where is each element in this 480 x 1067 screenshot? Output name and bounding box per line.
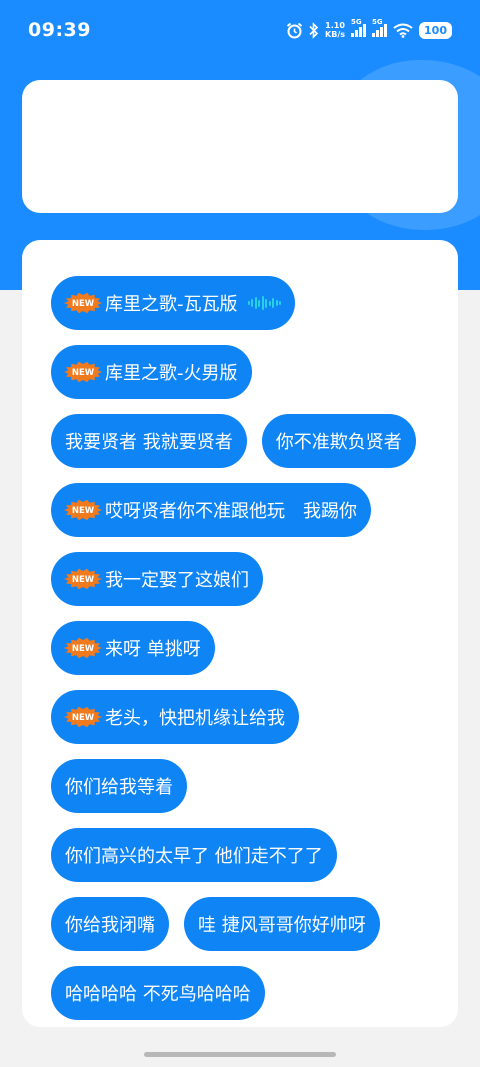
sound-chip-label: 你不准欺负贤者 [275, 432, 402, 453]
bluetooth-icon [309, 21, 319, 39]
sound-chip[interactable]: 你们给我等着 [51, 759, 187, 813]
new-badge-icon: NEW [64, 292, 102, 314]
sound-chip[interactable]: NEW 来呀 单挑呀 [51, 621, 215, 675]
sound-chip[interactable]: 我要贤者 我就要贤者 [51, 414, 247, 468]
sound-chip[interactable]: NEW 库里之歌-火男版 [51, 345, 252, 399]
sound-chip[interactable]: NEW 老头，快把机缘让给我 [51, 690, 299, 744]
network-speed: 1.10 KB/s [325, 21, 345, 39]
sound-chip-label: 我要贤者 我就要贤者 [65, 432, 233, 453]
sound-chip[interactable]: 你们高兴的太早了 他们走不了了 [51, 828, 337, 882]
sound-chip-label: 哈哈哈哈 不死鸟哈哈哈 [65, 984, 251, 1005]
sound-chip-label: 库里之歌-瓦瓦版 [105, 294, 238, 315]
network-speed-unit: KB/s [325, 30, 346, 39]
sound-chip-label: 来呀 单挑呀 [105, 639, 201, 660]
new-badge-icon: NEW [64, 637, 102, 659]
battery-indicator: 100 [419, 21, 452, 39]
sound-chip[interactable]: NEW 库里之歌-瓦瓦版 [51, 276, 295, 330]
sound-chip-label: 哇 捷风哥哥你好帅呀 [198, 915, 366, 936]
new-badge-icon: NEW [64, 706, 102, 728]
home-indicator[interactable] [144, 1052, 336, 1057]
new-badge-icon: NEW [64, 499, 102, 521]
new-badge-text: NEW [72, 368, 95, 378]
sound-list-card: NEW 库里之歌-瓦瓦版 NEW 库里之歌-火男版我要贤者 我就要贤者 你不准欺负贤者 N… [22, 240, 458, 1027]
sound-chip-label: 我一定娶了这娘们 [105, 570, 249, 591]
new-badge-icon: NEW [64, 361, 102, 383]
new-badge-text: NEW [72, 299, 95, 309]
sound-chip-label: 库里之歌-火男版 [105, 363, 238, 384]
top-card [22, 80, 458, 213]
sound-chip[interactable]: 哇 捷风哥哥你好帅呀 [184, 897, 380, 951]
signal-label: 5G [351, 17, 362, 26]
sound-chip[interactable]: NEW 哎呀贤者你不准跟他玩 我踢你 [51, 483, 371, 537]
status-bar: 09:39 1.10 KB/s 5G 5G 100 [0, 0, 480, 60]
audio-wave-icon [247, 296, 281, 310]
wifi-icon [393, 23, 413, 38]
sound-chip[interactable]: 你不准欺负贤者 [261, 414, 416, 468]
alarm-icon [286, 22, 303, 38]
sound-chip[interactable]: NEW 我一定娶了这娘们 [51, 552, 263, 606]
status-time: 09:39 [28, 19, 91, 41]
new-badge-text: NEW [72, 575, 95, 585]
sound-chip[interactable]: 你给我闭嘴 [51, 897, 169, 951]
status-icons: 1.10 KB/s 5G 5G 100 [286, 18, 452, 39]
sound-chip[interactable]: 哈哈哈哈 不死鸟哈哈哈 [51, 966, 265, 1020]
new-badge-icon: NEW [64, 568, 102, 590]
signal-label-2: 5G [372, 17, 383, 26]
sound-chip-label: 你给我闭嘴 [65, 915, 155, 936]
new-badge-text: NEW [72, 713, 95, 723]
sound-chip-label: 老头，快把机缘让给我 [105, 708, 285, 729]
sound-chip-list: NEW 库里之歌-瓦瓦版 NEW 库里之歌-火男版我要贤者 我就要贤者 你不准欺负贤者 N… [51, 276, 441, 1020]
signal-strength-icon-2: 5G [372, 18, 388, 37]
network-speed-value: 1.10 [325, 21, 345, 30]
sound-chip-label: 哎呀贤者你不准跟他玩 我踢你 [105, 501, 357, 522]
new-badge-text: NEW [72, 506, 95, 516]
new-badge-text: NEW [72, 644, 95, 654]
signal-strength-icon: 5G [351, 18, 367, 37]
sound-chip-label: 你们高兴的太早了 他们走不了了 [65, 846, 323, 867]
sound-chip-label: 你们给我等着 [65, 777, 173, 798]
